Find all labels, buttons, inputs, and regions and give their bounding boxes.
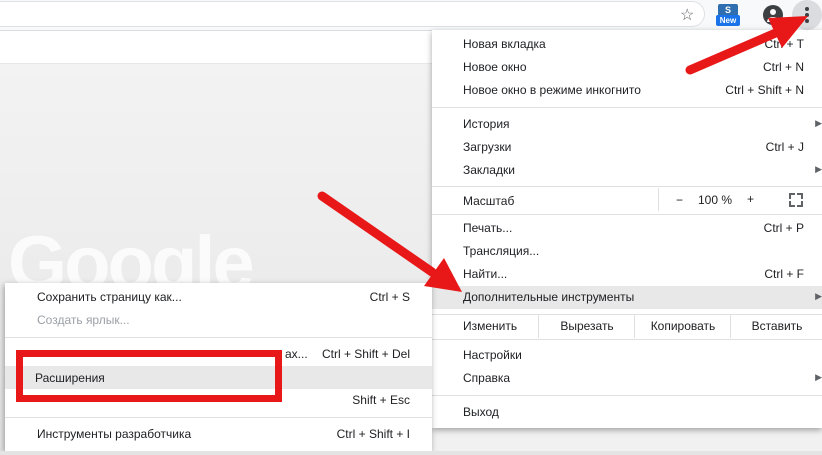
arrow-to-menu-icon <box>685 16 808 75</box>
arrow-to-more-tools <box>317 191 462 292</box>
annotation-arrows <box>317 16 808 292</box>
